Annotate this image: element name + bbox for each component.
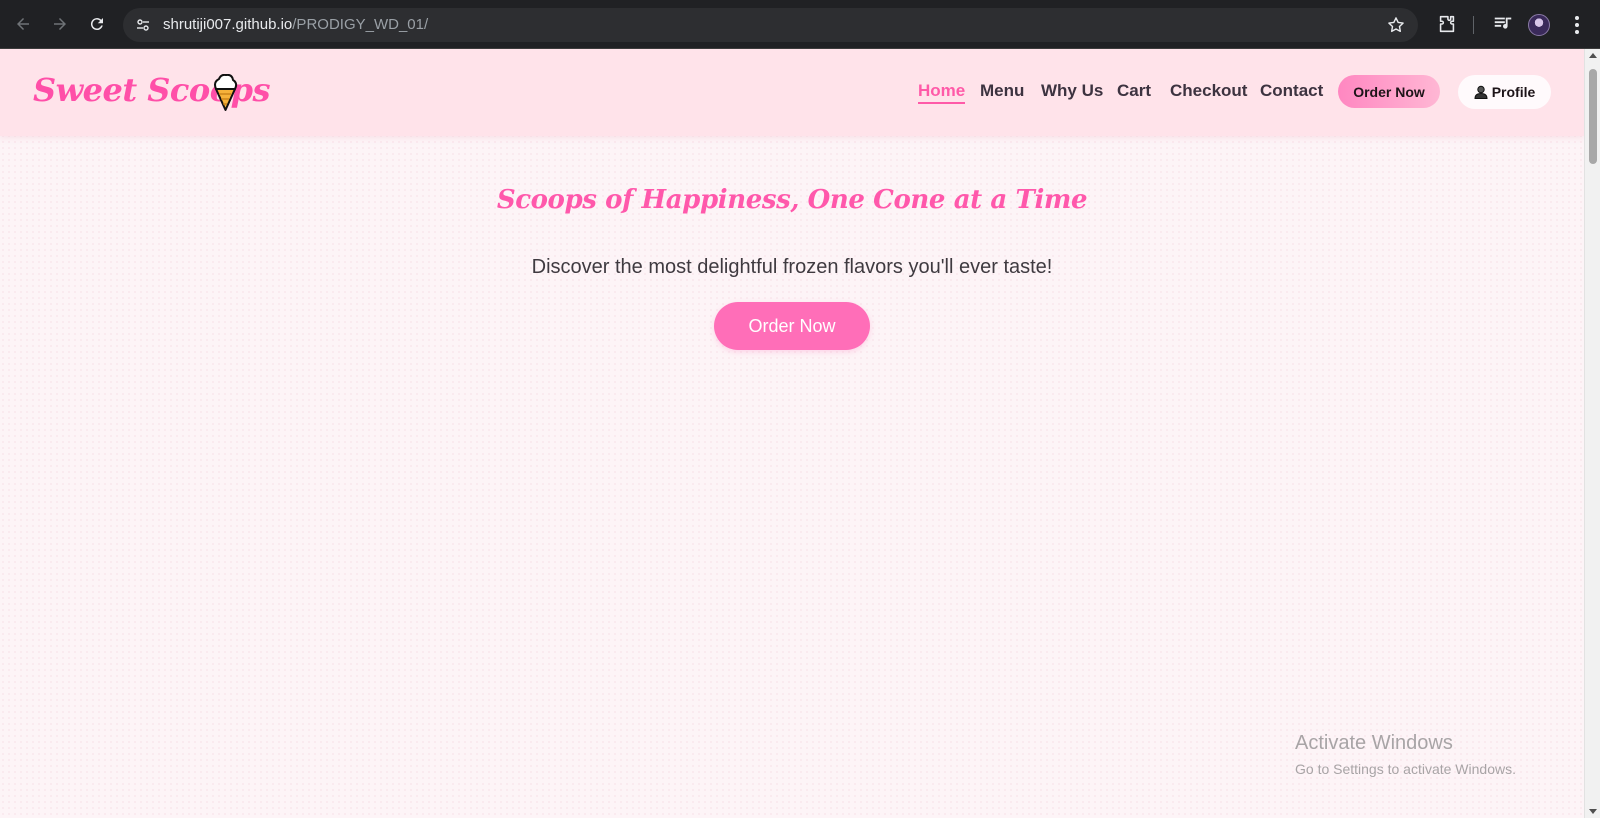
nav-link-checkout[interactable]: Checkout (1170, 81, 1247, 101)
nav-link-why-us[interactable]: Why Us (1041, 81, 1103, 101)
reload-button[interactable] (84, 11, 110, 37)
hero-subtitle: Discover the most delightful frozen flav… (531, 256, 1053, 278)
scrollbar-thumb[interactable] (1589, 69, 1597, 164)
arrow-right-icon (54, 18, 66, 30)
bookmark-star-icon[interactable] (1386, 15, 1406, 35)
windows-activation-watermark: Activate Windows Go to Settings to activ… (1295, 732, 1516, 777)
page-viewport: Sweet Scoops Home Menu Why Us Cart Check… (0, 49, 1584, 818)
tune-icon (137, 19, 149, 31)
back-button[interactable] (10, 11, 36, 37)
vertical-scrollbar[interactable] (1584, 49, 1600, 818)
arrow-left-icon (17, 18, 29, 30)
nav-link-menu[interactable]: Menu (980, 81, 1024, 101)
nav-link-contact[interactable]: Contact (1260, 81, 1323, 101)
media-control-icon[interactable] (1492, 13, 1514, 35)
header-order-now-button[interactable]: Order Now (1338, 75, 1440, 108)
hero-title: Scoops of Happiness, One Cone at a Time (496, 185, 1088, 215)
scroll-down-arrow-icon[interactable] (1589, 809, 1597, 814)
site-info-button[interactable] (131, 13, 155, 37)
url-text[interactable]: shrutiji007.github.io/PRODIGY_WD_01/ (163, 16, 428, 33)
nav-link-cart[interactable]: Cart (1117, 81, 1151, 101)
forward-button[interactable] (47, 11, 73, 37)
site-header: Sweet Scoops Home Menu Why Us Cart Check… (0, 49, 1584, 136)
ice-cream-cone-icon (214, 74, 238, 111)
extensions-icon[interactable] (1436, 13, 1458, 35)
profile-button-label: Profile (1491, 84, 1536, 100)
profile-button[interactable]: Profile (1458, 75, 1551, 109)
reload-icon (90, 18, 103, 31)
url-path: /PRODIGY_WD_01/ (292, 16, 429, 33)
profile-avatar[interactable] (1528, 14, 1550, 36)
hero-order-now-button[interactable]: Order Now (714, 302, 870, 350)
address-bar[interactable]: shrutiji007.github.io/PRODIGY_WD_01/ (123, 8, 1418, 42)
nav-link-home[interactable]: Home (918, 81, 966, 104)
url-host: shrutiji007.github.io (163, 16, 293, 33)
watermark-title: Activate Windows (1295, 732, 1453, 754)
person-icon (1474, 85, 1488, 99)
scroll-up-arrow-icon[interactable] (1589, 53, 1597, 58)
toolbar-divider (1473, 16, 1474, 34)
browser-toolbar: shrutiji007.github.io/PRODIGY_WD_01/ (0, 0, 1600, 49)
watermark-subtitle: Go to Settings to activate Windows. (1295, 761, 1516, 777)
kebab-menu-icon[interactable] (1574, 14, 1580, 36)
